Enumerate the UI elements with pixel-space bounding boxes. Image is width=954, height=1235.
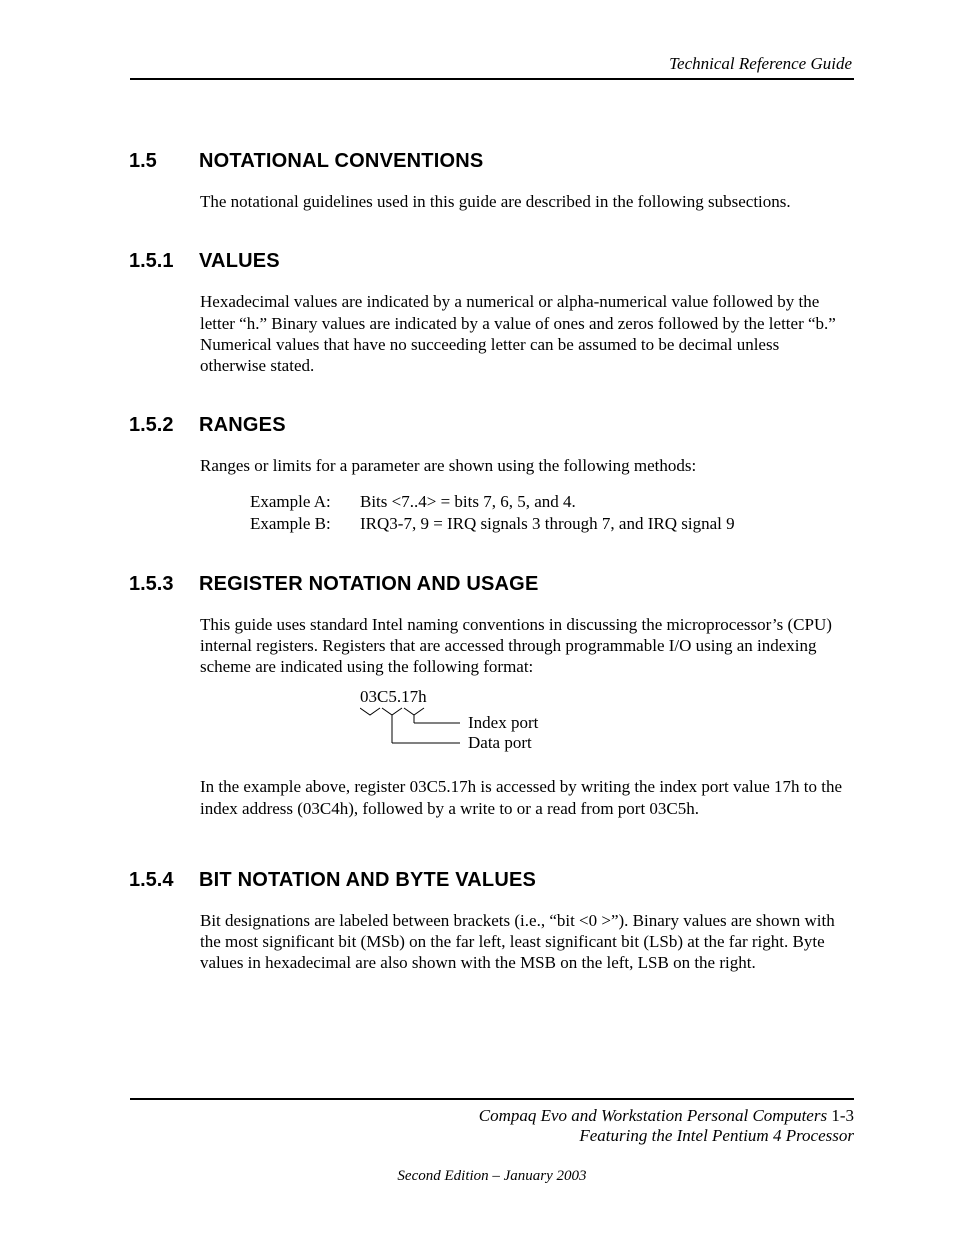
register-notation-diagram: 03C5.17h Index port Data port [200,687,854,759]
example-label: Example A: [250,491,360,513]
page-footer: Compaq Evo and Workstation Personal Comp… [130,1098,854,1185]
diagram-label-index-port: Index port [468,713,538,733]
body-text: Bit designations are labeled between bra… [200,910,844,974]
heading-1-5-1: 1.5.1 VALUES [129,250,854,273]
example-text: IRQ3-7, 9 = IRQ signals 3 through 7, and… [360,513,735,535]
body-text: Ranges or limits for a parameter are sho… [200,455,844,476]
heading-title: RANGES [199,414,286,437]
diagram-callout-lines-icon [360,705,470,757]
footer-line-2: Featuring the Intel Pentium 4 Processor [130,1126,854,1146]
heading-title: NOTATIONAL CONVENTIONS [199,150,483,173]
footer-rule [130,1098,854,1100]
diagram-register-code: 03C5.17h [360,687,427,707]
section-1-5-2: 1.5.2 RANGES Ranges or limits for a para… [130,414,854,534]
heading-number: 1.5.3 [129,573,199,596]
heading-number: 1.5.2 [129,414,199,437]
example-label: Example B: [250,513,360,535]
example-row-b: Example B: IRQ3-7, 9 = IRQ signals 3 thr… [250,513,854,535]
footer-product-title: Compaq Evo and Workstation Personal Comp… [479,1106,827,1125]
section-1-5-4: 1.5.4 BIT NOTATION AND BYTE VALUES Bit d… [130,869,854,974]
heading-1-5-3: 1.5.3 REGISTER NOTATION AND USAGE [129,573,854,596]
heading-number: 1.5.1 [129,250,199,273]
body-text: This guide uses standard Intel naming co… [200,614,844,678]
footer-page-number: 1-3 [827,1106,854,1125]
heading-title: REGISTER NOTATION AND USAGE [199,573,538,596]
page: Technical Reference Guide 1.5 NOTATIONAL… [0,0,954,1235]
body-text: The notational guidelines used in this g… [200,191,844,212]
body-text: Hexadecimal values are indicated by a nu… [200,291,844,376]
body-text: In the example above, register 03C5.17h … [200,776,844,819]
heading-number: 1.5 [129,150,199,173]
heading-1-5-2: 1.5.2 RANGES [129,414,854,437]
section-1-5-3: 1.5.3 REGISTER NOTATION AND USAGE This g… [130,573,854,819]
footer-line-1: Compaq Evo and Workstation Personal Comp… [130,1106,854,1126]
example-text: Bits <7..4> = bits 7, 6, 5, and 4. [360,491,576,513]
running-header: Technical Reference Guide [130,54,854,80]
heading-1-5-4: 1.5.4 BIT NOTATION AND BYTE VALUES [129,869,854,892]
footer-edition: Second Edition – January 2003 [130,1168,854,1185]
heading-title: BIT NOTATION AND BYTE VALUES [199,869,536,892]
example-row-a: Example A: Bits <7..4> = bits 7, 6, 5, a… [250,491,854,513]
heading-number: 1.5.4 [129,869,199,892]
diagram-label-data-port: Data port [468,733,532,753]
heading-1-5: 1.5 NOTATIONAL CONVENTIONS [129,150,854,173]
heading-title: VALUES [199,250,280,273]
section-1-5-1: 1.5.1 VALUES Hexadecimal values are indi… [130,250,854,376]
examples-block: Example A: Bits <7..4> = bits 7, 6, 5, a… [250,491,854,535]
section-1-5: 1.5 NOTATIONAL CONVENTIONS The notationa… [130,150,854,212]
